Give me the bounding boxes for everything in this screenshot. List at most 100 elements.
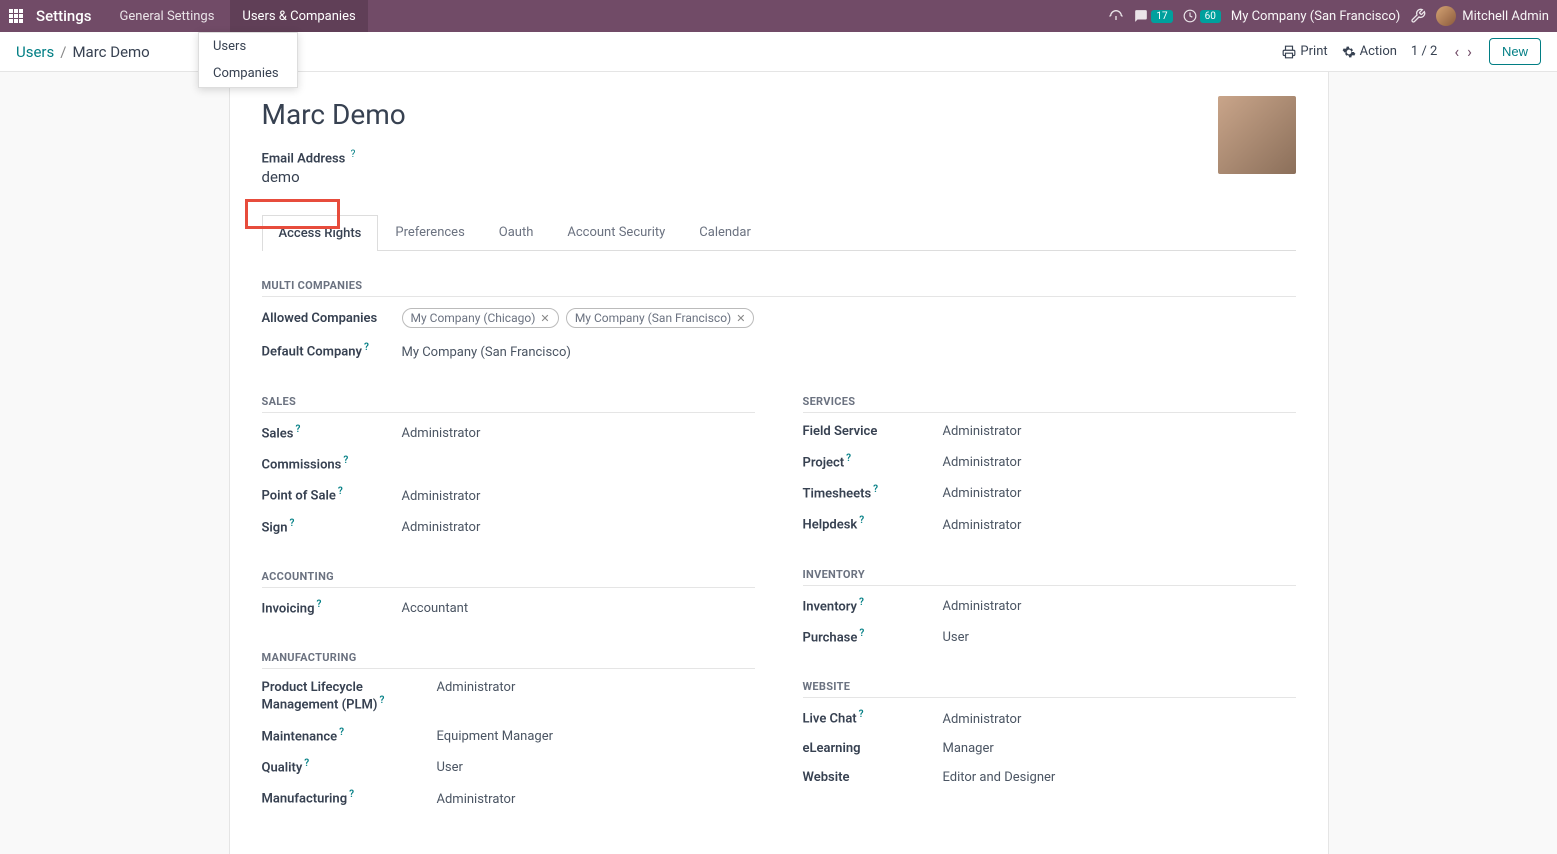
default-company-field[interactable]: My Company (San Francisco) xyxy=(402,345,571,360)
field-label: Project? xyxy=(803,453,943,470)
email-field[interactable]: demo xyxy=(262,168,1218,186)
pager-prev[interactable]: ‹ xyxy=(1451,42,1462,61)
new-button[interactable]: New xyxy=(1489,38,1541,65)
activities-icon[interactable]: 60 xyxy=(1183,9,1221,23)
tab-oauth[interactable]: Oauth xyxy=(482,214,551,250)
section-sales: SALES xyxy=(262,395,755,413)
help-icon[interactable]: ? xyxy=(338,486,343,497)
close-icon[interactable]: ✕ xyxy=(736,312,745,325)
field-label: Maintenance? xyxy=(262,727,437,744)
field-row: Manufacturing?Administrator xyxy=(262,782,755,813)
field-value[interactable]: Administrator xyxy=(943,599,1022,614)
field-value[interactable]: Administrator xyxy=(943,424,1022,439)
close-icon[interactable]: ✕ xyxy=(540,312,549,325)
field-value[interactable]: Administrator xyxy=(943,455,1022,470)
help-icon[interactable]: ? xyxy=(295,424,300,435)
company-tag[interactable]: My Company (Chicago)✕ xyxy=(402,308,559,328)
field-value[interactable]: User xyxy=(943,630,969,645)
tab-preferences[interactable]: Preferences xyxy=(378,214,481,250)
field-value[interactable]: Administrator xyxy=(437,680,516,695)
field-label: Point of Sale? xyxy=(262,486,402,503)
field-row: Point of Sale?Administrator xyxy=(262,479,755,510)
field-value[interactable]: Administrator xyxy=(402,426,481,441)
pager-next[interactable]: › xyxy=(1464,42,1475,61)
apps-icon[interactable] xyxy=(8,8,24,24)
field-label: Field Service xyxy=(803,424,943,439)
field-row: Field ServiceAdministrator xyxy=(803,417,1296,446)
voip-icon[interactable] xyxy=(1108,8,1124,24)
tab-account-security[interactable]: Account Security xyxy=(550,214,682,250)
help-icon[interactable]: ? xyxy=(859,709,864,720)
field-value[interactable]: Equipment Manager xyxy=(437,729,554,744)
field-value[interactable]: Editor and Designer xyxy=(943,770,1056,785)
help-icon[interactable]: ? xyxy=(379,695,384,706)
field-value[interactable]: Accountant xyxy=(402,601,469,616)
field-value[interactable]: Administrator xyxy=(943,712,1022,727)
tab-access-rights[interactable]: Access Rights xyxy=(262,215,379,251)
help-icon[interactable]: ? xyxy=(339,727,344,738)
debug-icon[interactable] xyxy=(1410,8,1426,24)
form-view: Marc Demo Email Address ? demo Access Ri… xyxy=(229,72,1329,854)
section-services: SERVICES xyxy=(803,395,1296,413)
email-label: Email Address xyxy=(262,151,346,166)
help-icon[interactable]: ? xyxy=(343,455,348,466)
field-label: Invoicing? xyxy=(262,599,402,616)
dropdown-item-users[interactable]: Users xyxy=(199,33,297,60)
field-value[interactable]: Administrator xyxy=(437,792,516,807)
nav-users-companies[interactable]: Users & Companies xyxy=(230,0,367,32)
field-row: eLearningManager xyxy=(803,734,1296,763)
nav-general-settings[interactable]: General Settings xyxy=(108,0,227,32)
messages-badge: 17 xyxy=(1151,10,1172,23)
field-row: Inventory?Administrator xyxy=(803,590,1296,621)
field-row: Purchase?User xyxy=(803,621,1296,652)
tab-calendar[interactable]: Calendar xyxy=(682,214,768,250)
help-icon[interactable]: ? xyxy=(364,342,369,353)
section-multi-companies: MULTI COMPANIES xyxy=(262,279,1296,297)
breadcrumb: Users / Marc Demo xyxy=(16,43,150,61)
gear-icon xyxy=(1342,45,1356,59)
user-name-field[interactable]: Marc Demo xyxy=(262,98,1218,131)
user-avatar[interactable] xyxy=(1218,96,1296,174)
breadcrumb-users[interactable]: Users xyxy=(16,43,54,61)
section-inventory: INVENTORY xyxy=(803,568,1296,586)
help-icon[interactable]: ? xyxy=(304,758,309,769)
help-icon[interactable]: ? xyxy=(289,518,294,529)
field-value[interactable]: User xyxy=(437,760,463,775)
activities-badge: 60 xyxy=(1200,10,1221,23)
avatar-icon xyxy=(1436,6,1456,26)
help-icon[interactable]: ? xyxy=(316,599,321,610)
print-button[interactable]: Print xyxy=(1282,44,1327,59)
help-icon[interactable]: ? xyxy=(859,628,864,639)
users-companies-dropdown: Users Companies xyxy=(198,32,298,88)
help-icon[interactable]: ? xyxy=(859,515,864,526)
company-tag[interactable]: My Company (San Francisco)✕ xyxy=(566,308,755,328)
help-icon[interactable]: ? xyxy=(349,789,354,800)
pager[interactable]: 1 / 2 xyxy=(1411,44,1437,59)
field-value[interactable]: Manager xyxy=(943,741,994,756)
dropdown-item-companies[interactable]: Companies xyxy=(199,60,297,87)
field-row: Maintenance?Equipment Manager xyxy=(262,720,755,751)
field-label: Product Lifecycle Management (PLM)? xyxy=(262,680,437,712)
tabs: Access Rights Preferences Oauth Account … xyxy=(262,214,1296,251)
help-icon[interactable]: ? xyxy=(846,453,851,464)
help-icon[interactable]: ? xyxy=(351,149,356,160)
field-row: Invoicing?Accountant xyxy=(262,592,755,623)
field-label: Timesheets? xyxy=(803,484,943,501)
messages-icon[interactable]: 17 xyxy=(1134,9,1172,23)
allowed-companies-field[interactable]: My Company (Chicago)✕ My Company (San Fr… xyxy=(402,308,759,328)
company-selector[interactable]: My Company (San Francisco) xyxy=(1231,9,1400,24)
field-value[interactable]: Administrator xyxy=(943,518,1022,533)
help-icon[interactable]: ? xyxy=(859,597,864,608)
field-value[interactable]: Administrator xyxy=(943,486,1022,501)
section-accounting: ACCOUNTING xyxy=(262,570,755,588)
help-icon[interactable]: ? xyxy=(873,484,878,495)
field-label: Sales? xyxy=(262,424,402,441)
field-row: Project?Administrator xyxy=(803,446,1296,477)
field-value[interactable]: Administrator xyxy=(402,489,481,504)
user-menu[interactable]: Mitchell Admin xyxy=(1436,6,1549,26)
action-button[interactable]: Action xyxy=(1342,44,1397,59)
field-label: Commissions? xyxy=(262,455,402,472)
field-label: Website xyxy=(803,770,943,785)
field-value[interactable]: Administrator xyxy=(402,520,481,535)
field-row: Timesheets?Administrator xyxy=(803,477,1296,508)
